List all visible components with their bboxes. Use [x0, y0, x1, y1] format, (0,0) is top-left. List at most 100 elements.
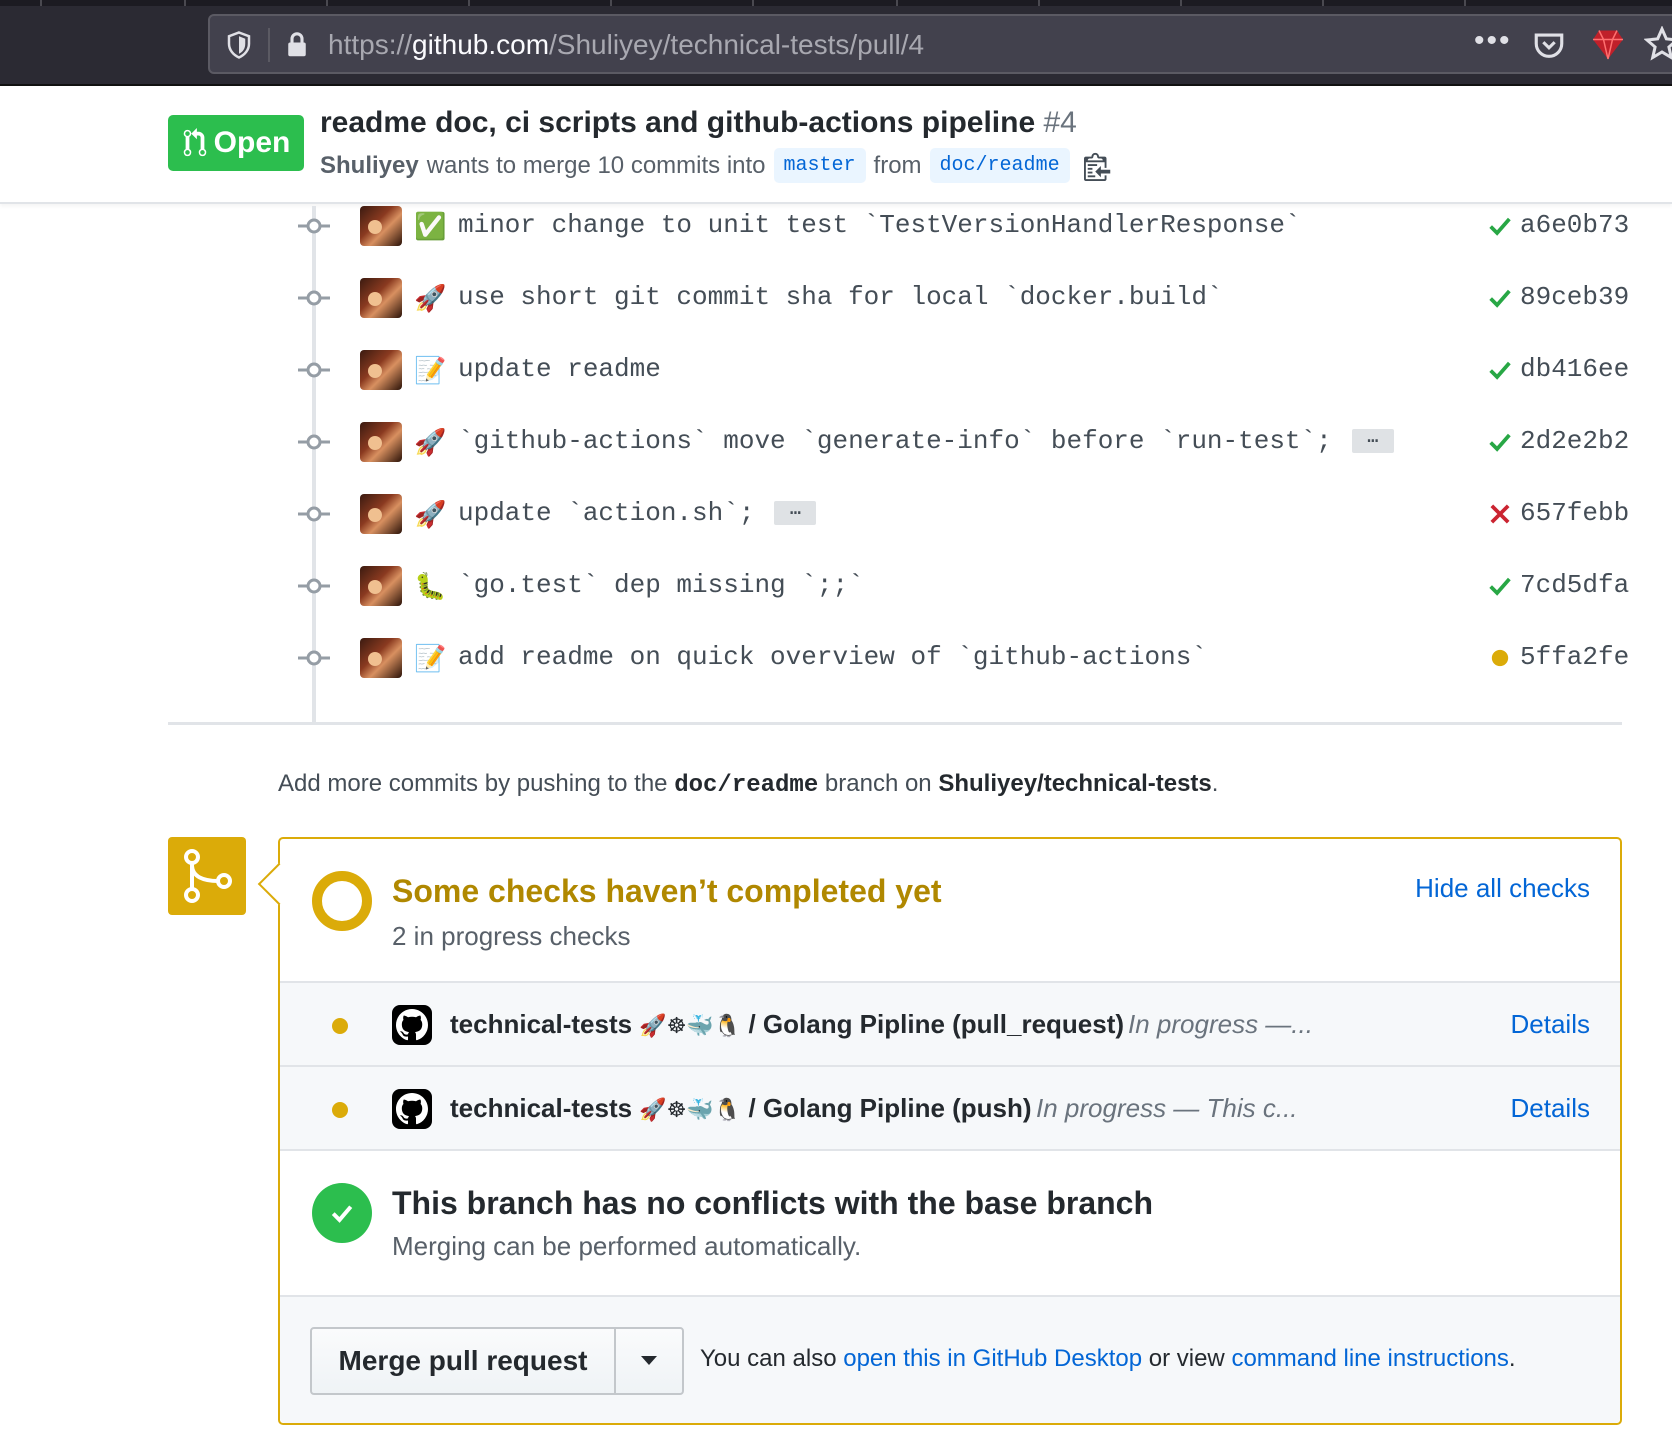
push-hint: Add more commits by pushing to the doc/r… — [278, 770, 1219, 799]
commit-row: 🐛 `go.test` dep missing `;;` 7cd5dfa — [0, 566, 1672, 606]
merge-button-group: Merge pull request — [310, 1327, 684, 1395]
github-actions-logo-icon — [392, 1005, 432, 1045]
check-icon[interactable] — [1486, 356, 1514, 384]
commit-message-link[interactable]: use short git commit sha for local `dock… — [458, 282, 1223, 312]
expand-commit-button[interactable]: … — [1351, 429, 1394, 454]
pr-state-label: Open — [213, 126, 291, 159]
url-separator — [268, 28, 270, 62]
bookmark-star-icon[interactable] — [1644, 26, 1672, 62]
url-bar[interactable]: https://github.com/Shuliyey/technical-te… — [208, 14, 1672, 74]
check-row: technical-tests 🚀☸🐳🐧 / Golang Pipline (p… — [280, 983, 1620, 1067]
merge-pull-request-button[interactable]: Merge pull request — [312, 1329, 616, 1393]
merge-text: wants to merge 10 commits into — [426, 151, 766, 179]
pr-title: readme doc, ci scripts and github-action… — [320, 106, 1077, 139]
git-merge-icon — [184, 849, 232, 903]
success-check-icon — [312, 1183, 372, 1243]
commit-sha-link[interactable]: a6e0b73 — [1520, 210, 1629, 240]
check-icon[interactable] — [1486, 572, 1514, 600]
pending-dot-icon — [332, 1018, 348, 1034]
check-icon[interactable] — [1486, 212, 1514, 240]
page-actions-menu-icon[interactable]: ••• — [1474, 24, 1512, 58]
checks-title: Some checks haven’t completed yet — [392, 873, 942, 909]
commit-emoji: 📝 — [414, 643, 447, 673]
checks-summary: Some checks haven’t completed yet 2 in p… — [280, 839, 1620, 983]
commit-sha-link[interactable]: 2d2e2b2 — [1520, 426, 1629, 456]
commit-row: 🚀 update `action.sh`; … 657febb — [0, 494, 1672, 534]
author-avatar[interactable] — [360, 494, 402, 534]
pr-state-badge: Open — [168, 115, 304, 171]
commit-sha-link[interactable]: 5ffa2fe — [1520, 642, 1629, 672]
clipboard-copy-icon[interactable] — [1083, 151, 1114, 181]
author-avatar[interactable] — [360, 350, 402, 390]
command-line-instructions-link[interactable]: command line instructions — [1231, 1345, 1508, 1372]
merge-method-dropdown[interactable] — [616, 1329, 682, 1393]
commit-message-link[interactable]: minor change to unit test `TestVersionHa… — [458, 210, 1301, 240]
commit-emoji: 🚀 — [414, 283, 447, 313]
author-avatar[interactable] — [360, 566, 402, 606]
merge-box: Some checks haven’t completed yet 2 in p… — [278, 837, 1622, 1425]
checks-subtitle: 2 in progress checks — [392, 921, 631, 951]
commit-sha-link[interactable]: 7cd5dfa — [1520, 570, 1629, 600]
lock-icon[interactable] — [282, 30, 312, 60]
pending-dot-icon[interactable] — [1486, 644, 1514, 672]
author-avatar[interactable] — [360, 638, 402, 678]
hide-all-checks-link[interactable]: Hide all checks — [1415, 873, 1590, 904]
merge-status-icon — [168, 837, 246, 915]
conflicts-section: This branch has no conflicts with the ba… — [280, 1151, 1620, 1297]
open-in-desktop-link[interactable]: open this in GitHub Desktop — [843, 1345, 1142, 1372]
commit-row: 🚀 use short git commit sha for local `do… — [0, 278, 1672, 318]
tab-strip — [0, 0, 1672, 6]
github-actions-logo-icon — [392, 1089, 432, 1129]
details-link[interactable]: Details — [1511, 1093, 1590, 1124]
check-emojis: 🚀☸🐳🐧 — [639, 1013, 742, 1038]
commit-row: ✅ minor change to unit test `TestVersion… — [0, 206, 1672, 246]
commit-node-icon — [298, 362, 330, 378]
commit-node-icon — [298, 578, 330, 594]
commit-sha-link[interactable]: 657febb — [1520, 498, 1629, 528]
pr-number: #4 — [1043, 106, 1077, 139]
commit-emoji: 🚀 — [414, 499, 447, 529]
commit-message: update `action.sh`; … — [458, 498, 817, 528]
ruby-extension-icon[interactable] — [1590, 26, 1626, 62]
caret-down-icon — [641, 1356, 657, 1365]
commit-message-link[interactable]: add readme on quick overview of `github-… — [458, 642, 1207, 672]
check-name: technical-tests 🚀☸🐳🐧 / Golang Pipline (p… — [450, 1009, 1125, 1039]
merge-footer: Merge pull request You can also open thi… — [280, 1297, 1620, 1423]
check-status: In progress — This c... — [1036, 1093, 1298, 1123]
commit-emoji: 📝 — [414, 355, 447, 385]
commit-message-link[interactable]: update `action.sh`; — [458, 498, 754, 528]
pr-header: Open readme doc, ci scripts and github-a… — [0, 88, 1672, 204]
pending-dot-icon — [332, 1102, 348, 1118]
commit-sha-link[interactable]: db416ee — [1520, 354, 1629, 384]
commit-message-link[interactable]: `go.test` dep missing `;;` — [458, 570, 864, 600]
browser-toolbar: https://github.com/Shuliyey/technical-te… — [0, 0, 1672, 86]
head-branch[interactable]: doc/readme — [929, 148, 1070, 183]
commit-node-icon — [298, 650, 330, 666]
commit-node-icon — [298, 218, 330, 234]
conflicts-title: This branch has no conflicts with the ba… — [392, 1185, 1154, 1221]
url-text[interactable]: https://github.com/Shuliyey/technical-te… — [328, 29, 924, 61]
check-icon[interactable] — [1486, 284, 1514, 312]
commit-row: 📝 update readme db416ee — [0, 350, 1672, 390]
expand-commit-button[interactable]: … — [774, 501, 817, 526]
tracking-protection-shield-icon[interactable] — [224, 30, 254, 60]
commit-message-link[interactable]: update readme — [458, 354, 661, 384]
pending-ring-icon — [312, 871, 372, 931]
commit-node-icon — [298, 434, 330, 450]
check-icon[interactable] — [1486, 428, 1514, 456]
commit-message-link[interactable]: `github-actions` move `generate-info` be… — [458, 426, 1332, 456]
x-failure-icon[interactable] — [1486, 500, 1514, 528]
author-avatar[interactable] — [360, 278, 402, 318]
base-branch[interactable]: master — [773, 148, 866, 183]
commit-message: `github-actions` move `generate-info` be… — [458, 426, 1394, 456]
from-text: from — [873, 151, 922, 179]
commit-emoji: 🐛 — [414, 571, 447, 601]
author-avatar[interactable] — [360, 206, 402, 246]
commit-emoji: ✅ — [414, 211, 447, 241]
pocket-icon[interactable] — [1532, 28, 1566, 62]
commit-sha-link[interactable]: 89ceb39 — [1520, 282, 1629, 312]
timeline-divider — [168, 722, 1622, 725]
author-avatar[interactable] — [360, 422, 402, 462]
pr-author-link[interactable]: Shuliyey — [320, 152, 419, 180]
details-link[interactable]: Details — [1511, 1009, 1590, 1040]
